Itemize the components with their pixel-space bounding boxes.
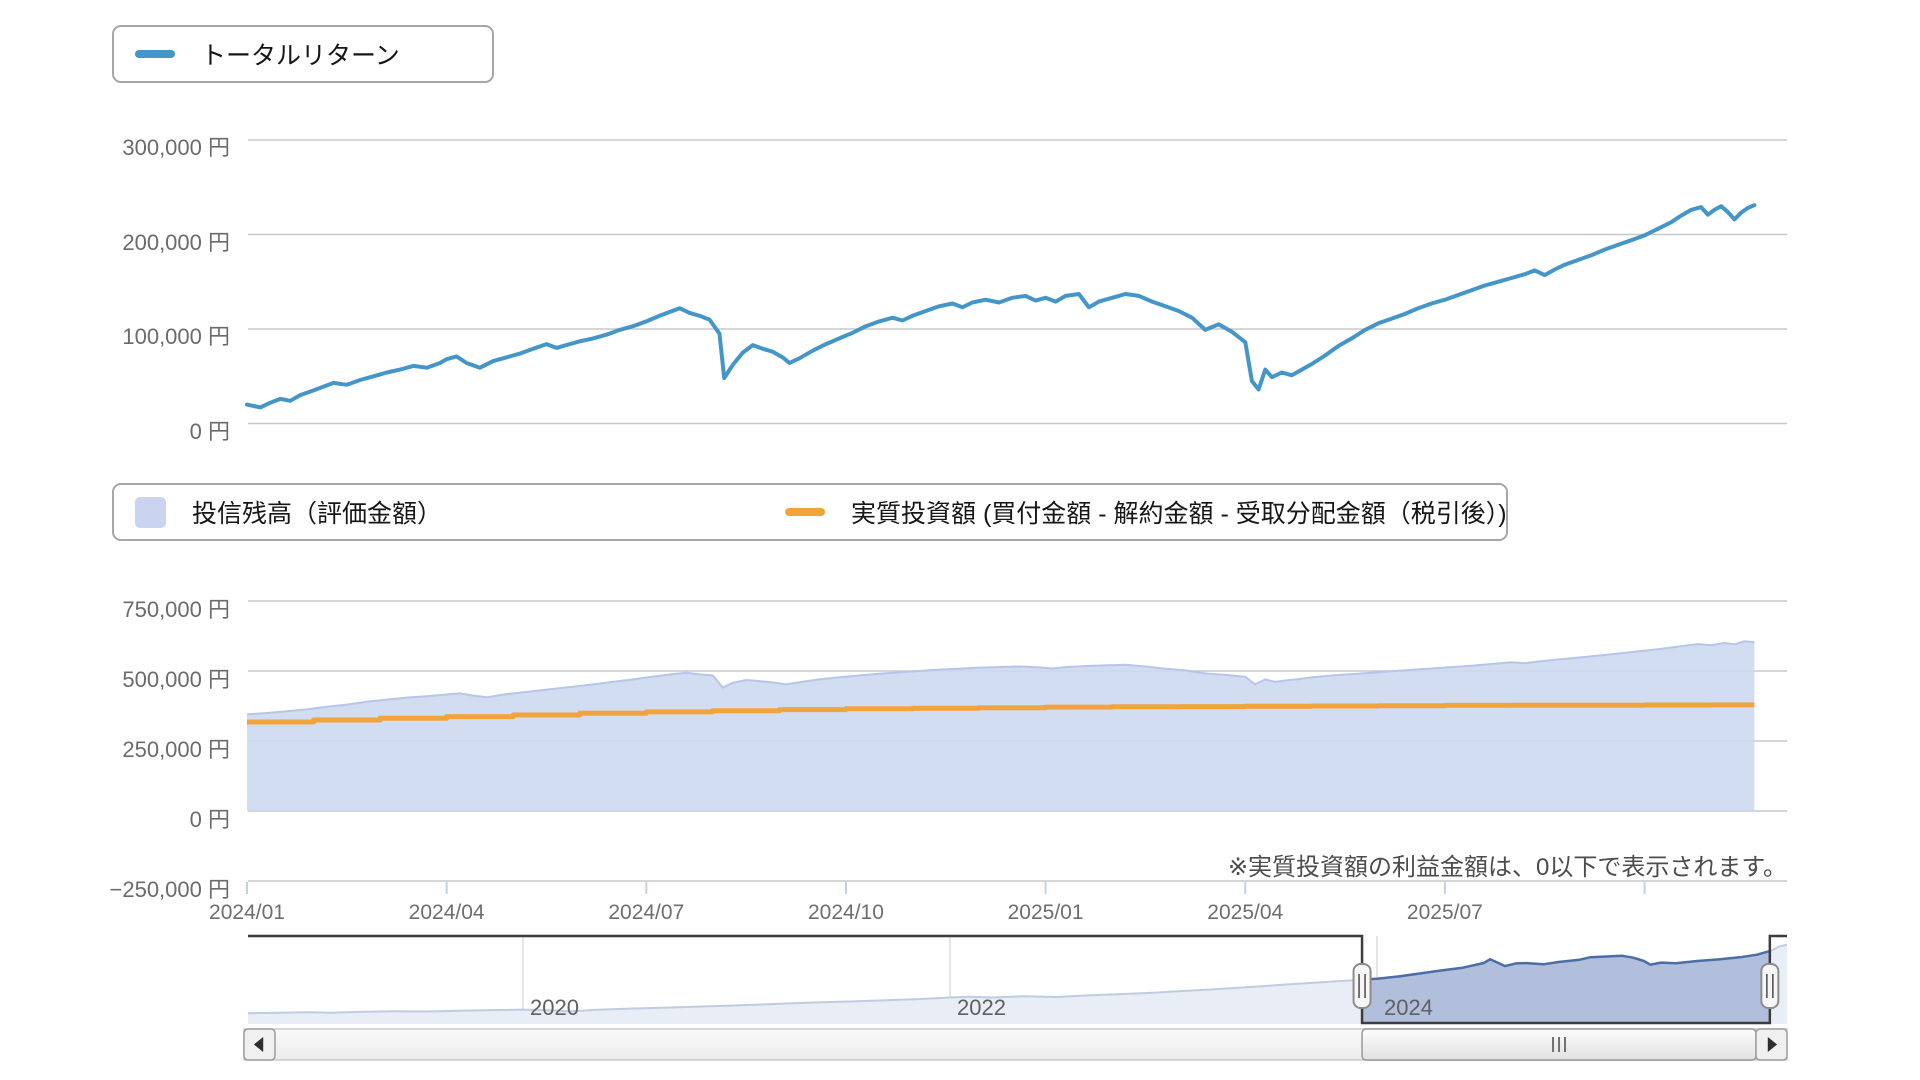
total-return-plot-area[interactable] bbox=[248, 115, 1787, 425]
y-axis-label: 0 円 bbox=[35, 802, 230, 834]
y-axis-label: 200,000 円 bbox=[35, 225, 230, 257]
balance-plot-area[interactable] bbox=[248, 595, 1787, 885]
x-axis-label: 2025/07 bbox=[1407, 901, 1483, 925]
navigator-year-label: 2024 bbox=[1384, 995, 1433, 1021]
y-axis-label: 0 円 bbox=[35, 414, 230, 446]
x-axis-label: 2024/10 bbox=[808, 901, 884, 925]
y-axis-label: −250,000 円 bbox=[35, 872, 230, 904]
y-axis-label: 250,000 円 bbox=[35, 732, 230, 764]
charts-canvas bbox=[0, 0, 1920, 1080]
y-axis-label: 300,000 円 bbox=[35, 130, 230, 162]
x-axis-label: 2025/01 bbox=[1008, 901, 1084, 925]
y-axis-label: 500,000 円 bbox=[35, 662, 230, 694]
x-axis-label: 2024/07 bbox=[608, 901, 684, 925]
x-axis-label: 2024/01 bbox=[209, 901, 285, 925]
navigator-area[interactable] bbox=[248, 936, 1787, 1024]
navigator-year-label: 2020 bbox=[530, 995, 579, 1021]
y-axis-label: 100,000 円 bbox=[35, 319, 230, 351]
navigator-year-label: 2022 bbox=[957, 995, 1006, 1021]
y-axis-label: 750,000 円 bbox=[35, 592, 230, 624]
x-axis-label: 2024/04 bbox=[409, 901, 485, 925]
x-axis-label: 2025/04 bbox=[1207, 901, 1283, 925]
